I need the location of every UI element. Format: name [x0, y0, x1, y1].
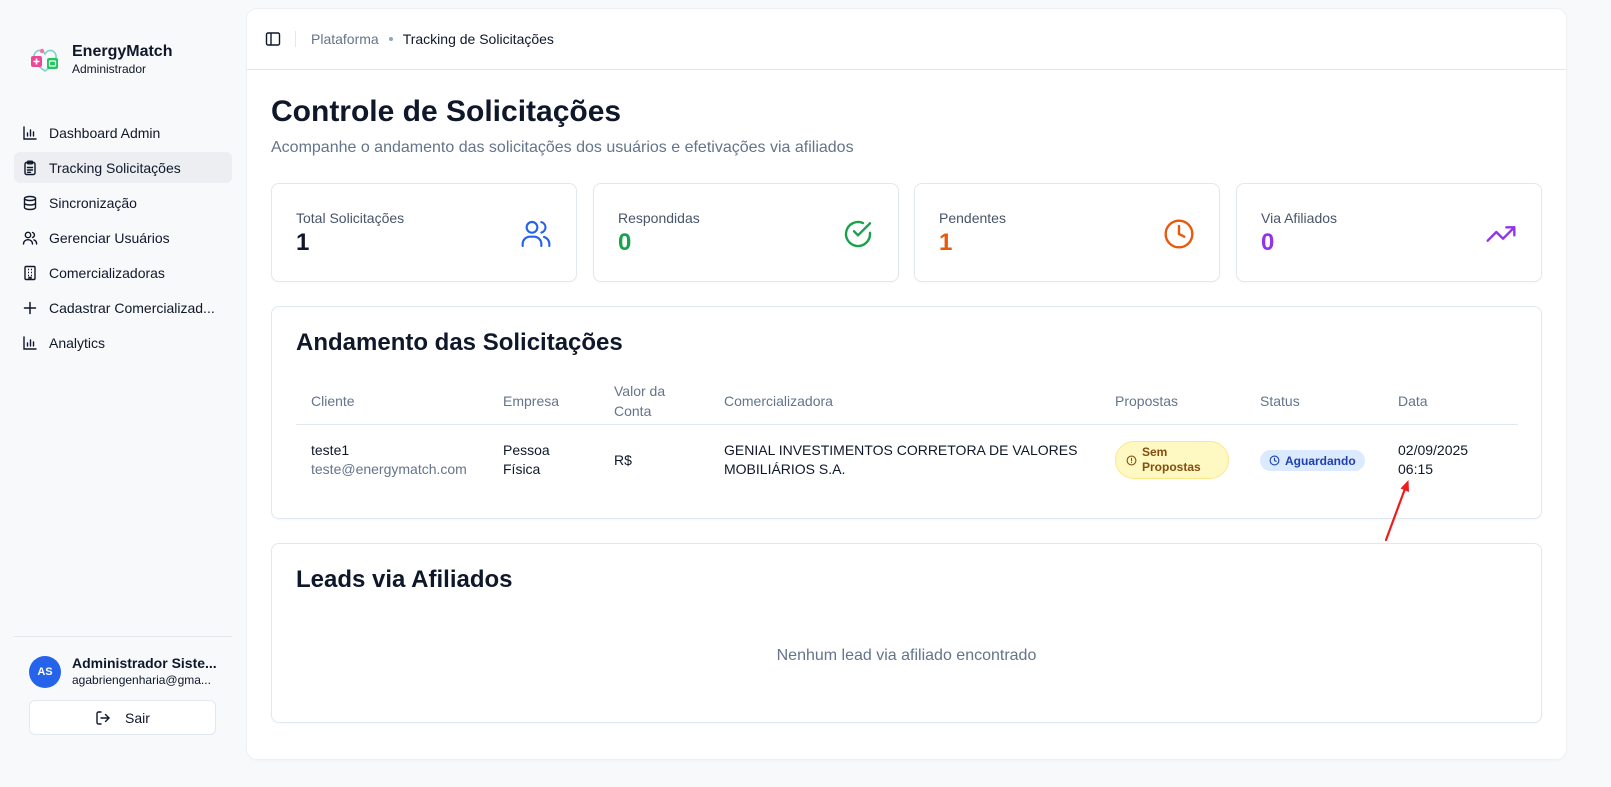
plus-icon: [22, 300, 38, 316]
brand[interactable]: EnergyMatch Administrador: [29, 42, 172, 77]
stat-label: Via Afiliados: [1261, 210, 1338, 226]
topbar: Plataforma Tracking de Solicitações: [247, 9, 1566, 70]
user-email: agabriengenharia@gma...: [72, 673, 211, 687]
cell-empresa: Pessoa Física: [503, 442, 550, 477]
users-icon: [520, 218, 552, 250]
cell-data: 02/09/2025 06:15: [1398, 442, 1469, 477]
column-header-propostas[interactable]: Propostas: [1115, 391, 1178, 411]
bar-chart-icon: [22, 125, 38, 141]
stat-card-total: Total Solicitações 1: [271, 183, 577, 282]
client-name: teste1: [311, 442, 350, 458]
stat-card-via-afiliados: Via Afiliados 0: [1236, 183, 1542, 282]
table-header: Cliente Empresa Valor da Conta Comerciali…: [296, 377, 1518, 425]
bar-chart-icon: [22, 335, 38, 351]
sidebar-item-label: Cadastrar Comercializad...: [49, 299, 215, 316]
page-subtitle: Acompanhe o andamento das solicitações d…: [271, 139, 854, 156]
breadcrumb-separator: [388, 37, 393, 41]
table-row[interactable]: teste1 teste@energymatch.com Pessoa Físi…: [296, 425, 1518, 495]
check-circle-icon: [842, 218, 874, 250]
main-content: Plataforma Tracking de Solicitações Cont…: [247, 9, 1566, 759]
propostas-badge: Sem Propostas: [1115, 441, 1229, 479]
stat-label: Pendentes: [939, 210, 1006, 226]
stat-value: 0: [1261, 229, 1275, 256]
cell-valor: R$: [614, 452, 632, 468]
column-header-empresa[interactable]: Empresa: [503, 391, 559, 411]
sidebar-toggle-icon[interactable]: [265, 31, 281, 47]
column-header-valor[interactable]: Valor da Conta: [614, 381, 665, 421]
sidebar-item-dashboard-admin[interactable]: Dashboard Admin: [14, 117, 232, 148]
sidebar-item-gerenciar-usuarios[interactable]: Gerenciar Usuários: [14, 222, 232, 253]
stat-card-pendentes: Pendentes 1: [914, 183, 1220, 282]
database-icon: [22, 195, 38, 211]
breadcrumb-current: Tracking de Solicitações: [402, 31, 554, 47]
page-title: Controle de Solicitações: [271, 95, 622, 128]
clock-icon: [1269, 455, 1280, 466]
topbar-separator: [295, 31, 296, 47]
logout-button[interactable]: Sair: [29, 700, 216, 735]
sidebar-item-label: Dashboard Admin: [49, 124, 161, 141]
sidebar-item-label: Tracking Solicitações: [49, 159, 181, 176]
user-name: Administrador Siste...: [72, 655, 217, 671]
trending-up-icon: [1485, 218, 1517, 250]
user-profile[interactable]: AS Administrador Siste... agabriengenhar…: [29, 655, 229, 688]
sidebar-item-sincronizacao[interactable]: Sincronização: [14, 187, 232, 218]
sidebar-item-label: Gerenciar Usuários: [49, 229, 170, 246]
sidebar-item-label: Comercializadoras: [49, 264, 165, 281]
leads-card: Leads via Afiliados Nenhum lead via afil…: [271, 543, 1542, 723]
logout-label: Sair: [125, 709, 150, 726]
app-name: EnergyMatch: [72, 43, 173, 60]
client-email: teste@energymatch.com: [311, 461, 467, 477]
log-out-icon: [96, 710, 110, 725]
clipboard-icon: [22, 160, 38, 176]
column-header-comercializadora[interactable]: Comercializadora: [724, 391, 833, 411]
cell-cliente: teste1 teste@energymatch.com: [311, 441, 467, 479]
cell-comercializadora: GENIAL INVESTIMENTOS CORRETORA DE VALORE…: [724, 442, 1078, 477]
leads-title: Leads via Afiliados: [296, 566, 513, 593]
stat-card-respondidas: Respondidas 0: [593, 183, 899, 282]
sidebar-item-tracking-solicitacoes[interactable]: Tracking Solicitações: [14, 152, 232, 183]
clock-icon: [1163, 218, 1195, 250]
stat-label: Total Solicitações: [296, 210, 405, 226]
column-header-status[interactable]: Status: [1260, 391, 1300, 411]
stat-value: 1: [939, 229, 953, 256]
status-badge: Aguardando: [1260, 450, 1365, 471]
stat-value: 0: [618, 229, 632, 256]
breadcrumb-root[interactable]: Plataforma: [311, 31, 379, 47]
leads-empty-message: Nenhum lead via afiliado encontrado: [776, 647, 1037, 664]
building-icon: [22, 265, 38, 281]
sidebar-item-label: Analytics: [49, 334, 106, 351]
stat-value: 1: [296, 229, 310, 256]
requests-card: Andamento das Solicitações Cliente Empre…: [271, 306, 1542, 519]
stat-label: Respondidas: [618, 210, 700, 226]
sidebar-item-label: Sincronização: [49, 194, 137, 211]
alert-circle-icon: [1126, 455, 1137, 465]
annotation-arrow-icon: [1384, 480, 1409, 542]
users-icon: [22, 230, 38, 246]
column-header-data[interactable]: Data: [1398, 391, 1428, 411]
divider: [14, 636, 232, 637]
sidebar-item-analytics[interactable]: Analytics: [14, 327, 232, 358]
energymatch-logo-icon: [29, 44, 61, 76]
avatar: AS: [29, 655, 61, 688]
sidebar: EnergyMatch Administrador Dashboard Admi…: [0, 0, 246, 787]
sidebar-nav: Dashboard Admin Tracking Solicitações Si…: [14, 117, 232, 362]
column-header-cliente[interactable]: Cliente: [311, 391, 355, 411]
app-role: Administrador: [72, 62, 147, 76]
sidebar-item-cadastrar-comercializadora[interactable]: Cadastrar Comercializad...: [14, 292, 232, 323]
requests-title: Andamento das Solicitações: [296, 329, 623, 356]
sidebar-item-comercializadoras[interactable]: Comercializadoras: [14, 257, 232, 288]
